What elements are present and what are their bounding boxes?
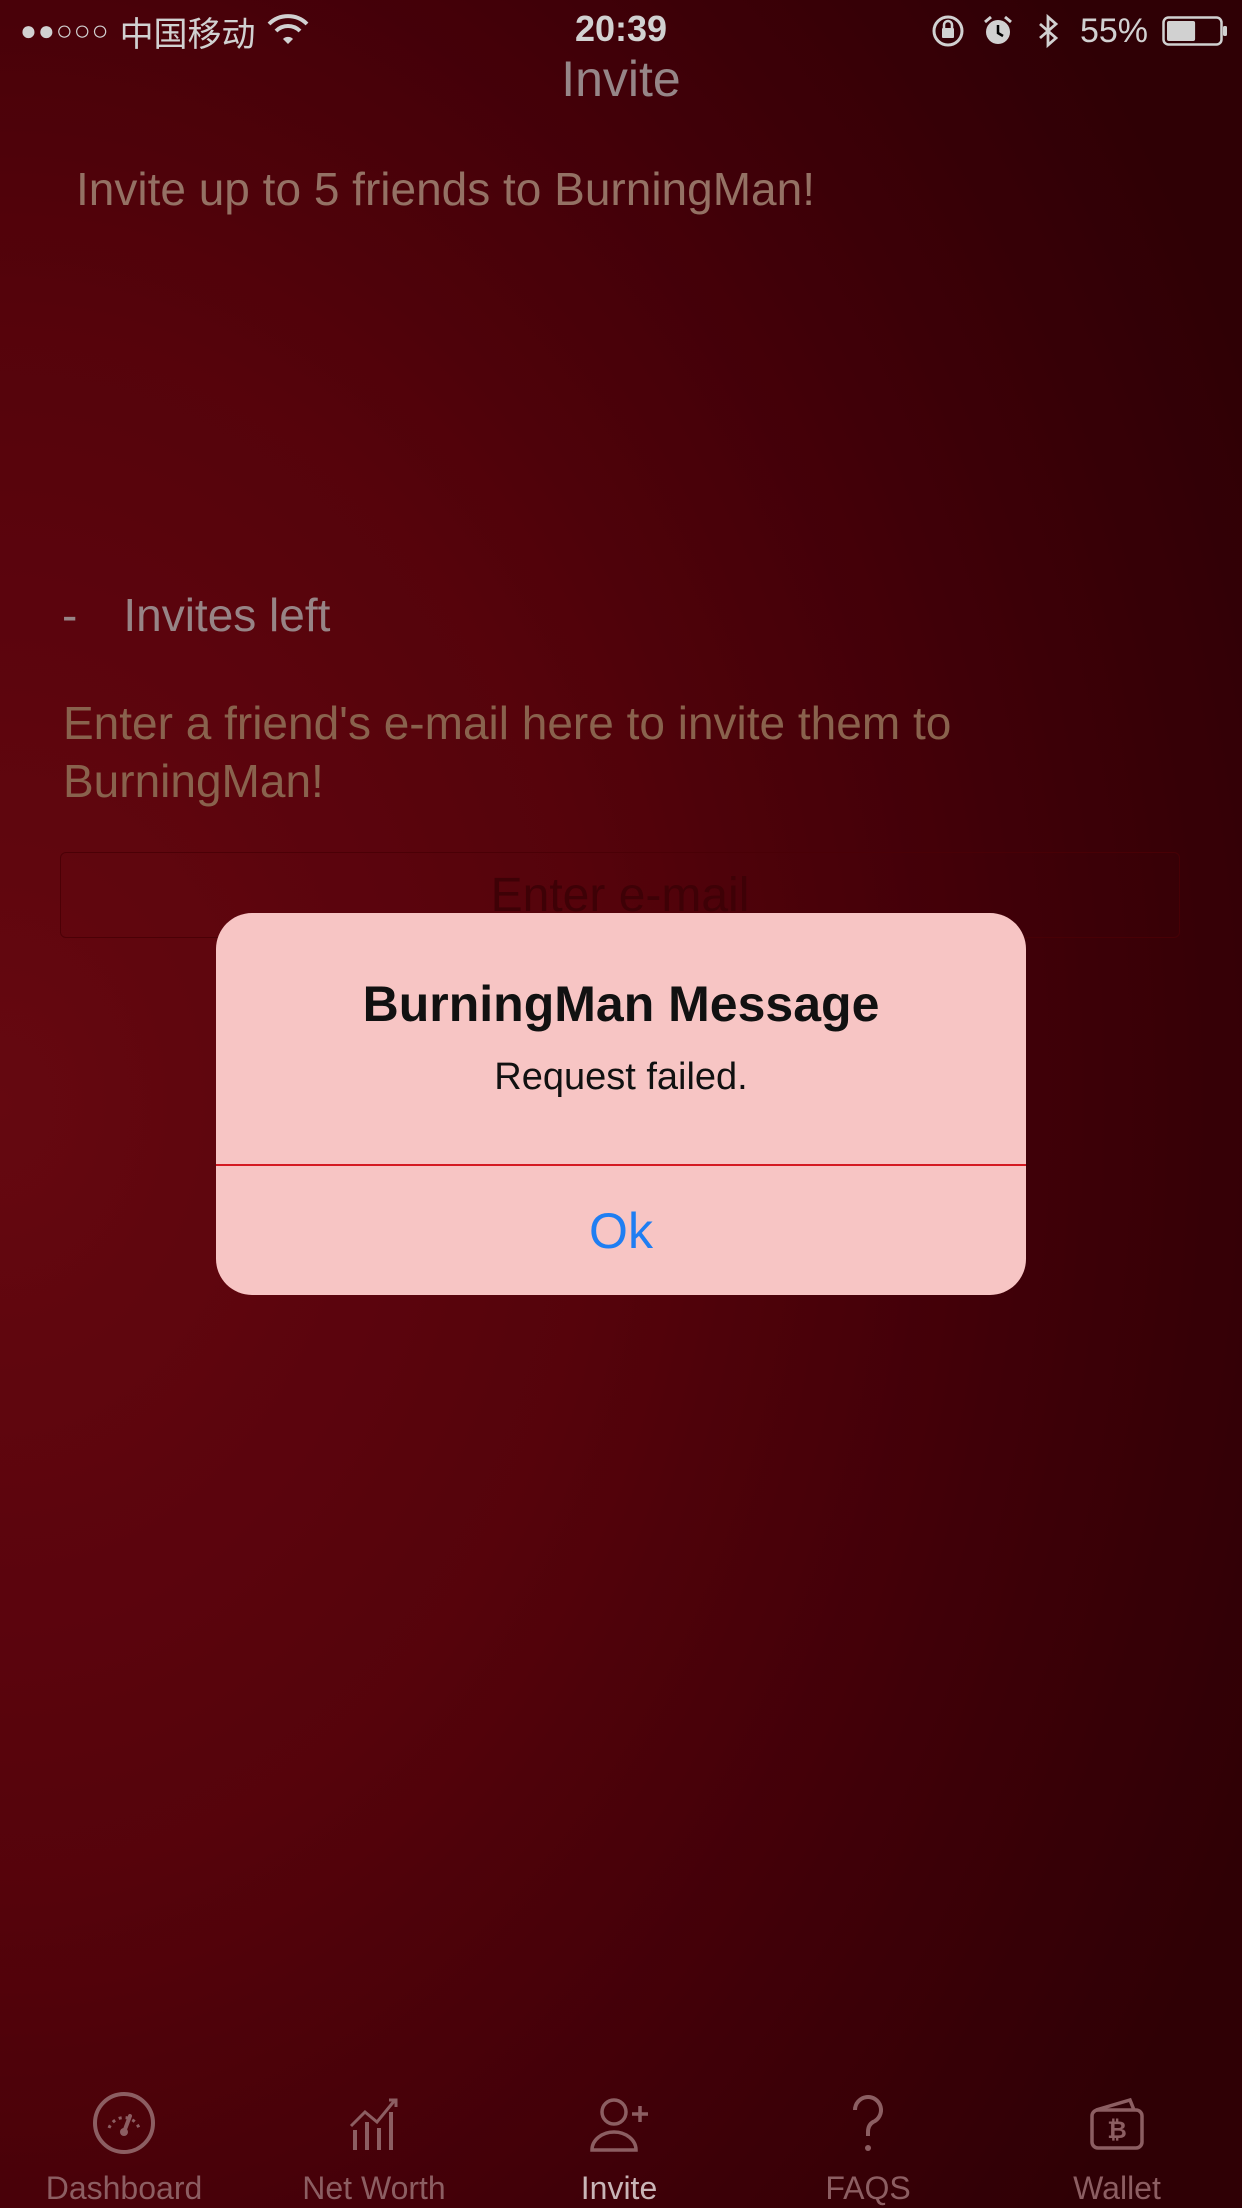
alert-message: Request failed. bbox=[494, 1056, 748, 1098]
ok-button[interactable]: Ok bbox=[216, 1166, 1026, 1295]
alert-dialog: BurningMan Message Request failed. Ok bbox=[216, 913, 1026, 1295]
bitcoin-wallet-icon: ₿ bbox=[1090, 2097, 1144, 2150]
tab-label: Invite bbox=[580, 2170, 658, 2206]
tab-bar: Dashboard Net Worth Invite FAQS ₿ Wallet bbox=[0, 2070, 1242, 2208]
tab-dashboard[interactable]: Dashboard bbox=[20, 2070, 228, 2208]
tab-label: FAQS bbox=[825, 2170, 911, 2206]
gauge-icon bbox=[93, 2092, 155, 2154]
tab-invite[interactable]: Invite bbox=[515, 2070, 723, 2208]
svg-text:₿: ₿ bbox=[1107, 2116, 1127, 2144]
bar-chart-icon bbox=[349, 2098, 398, 2150]
alert-title: BurningMan Message bbox=[362, 976, 880, 1032]
tab-faqs[interactable]: FAQS bbox=[764, 2070, 972, 2208]
question-icon bbox=[853, 2095, 883, 2151]
tab-label: Net Worth bbox=[302, 2170, 446, 2206]
tab-label: Dashboard bbox=[45, 2170, 203, 2206]
add-user-icon bbox=[590, 2098, 648, 2152]
tab-net-worth[interactable]: Net Worth bbox=[270, 2070, 478, 2208]
tab-wallet[interactable]: ₿ Wallet bbox=[1013, 2070, 1221, 2208]
tab-label: Wallet bbox=[1073, 2170, 1161, 2206]
